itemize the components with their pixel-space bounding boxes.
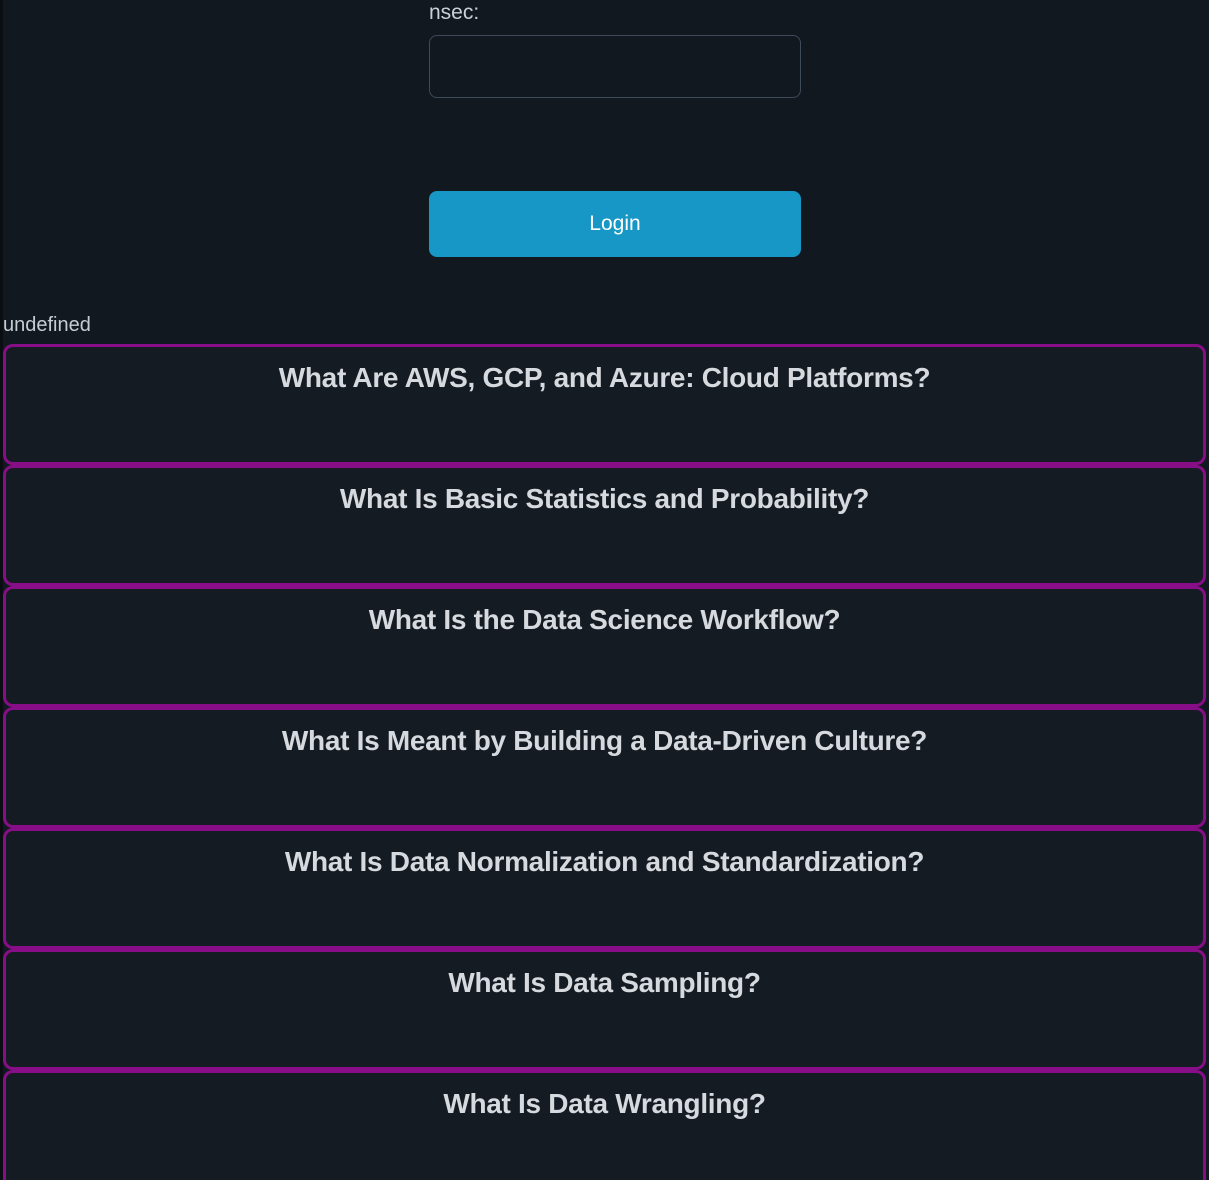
question-card-title: What Is the Data Science Workflow? (6, 604, 1203, 636)
question-card[interactable]: What Is Data Wrangling? (3, 1070, 1206, 1180)
question-card-title: What Is Data Wrangling? (6, 1088, 1203, 1120)
question-card-title: What Is Meant by Building a Data-Driven … (6, 725, 1203, 757)
question-card-title: What Is Data Sampling? (6, 967, 1203, 999)
question-card-list: What Are AWS, GCP, and Azure: Cloud Plat… (3, 344, 1206, 1180)
question-card-title: What Are AWS, GCP, and Azure: Cloud Plat… (6, 362, 1203, 394)
question-card[interactable]: What Is Meant by Building a Data-Driven … (3, 707, 1206, 828)
question-card[interactable]: What Is the Data Science Workflow? (3, 586, 1206, 707)
question-card[interactable]: What Is Data Normalization and Standardi… (3, 828, 1206, 949)
question-card-title: What Is Basic Statistics and Probability… (6, 483, 1203, 515)
question-card[interactable]: What Is Data Sampling? (3, 949, 1206, 1070)
nsec-label: nsec: (429, 0, 801, 25)
question-card-title: What Is Data Normalization and Standardi… (6, 846, 1203, 878)
nsec-input[interactable] (429, 35, 801, 98)
login-form: nsec: Login (429, 0, 801, 25)
undefined-status-text: undefined (3, 312, 91, 338)
login-button[interactable]: Login (429, 191, 801, 257)
question-card[interactable]: What Is Basic Statistics and Probability… (3, 465, 1206, 586)
question-card[interactable]: What Are AWS, GCP, and Azure: Cloud Plat… (3, 344, 1206, 465)
